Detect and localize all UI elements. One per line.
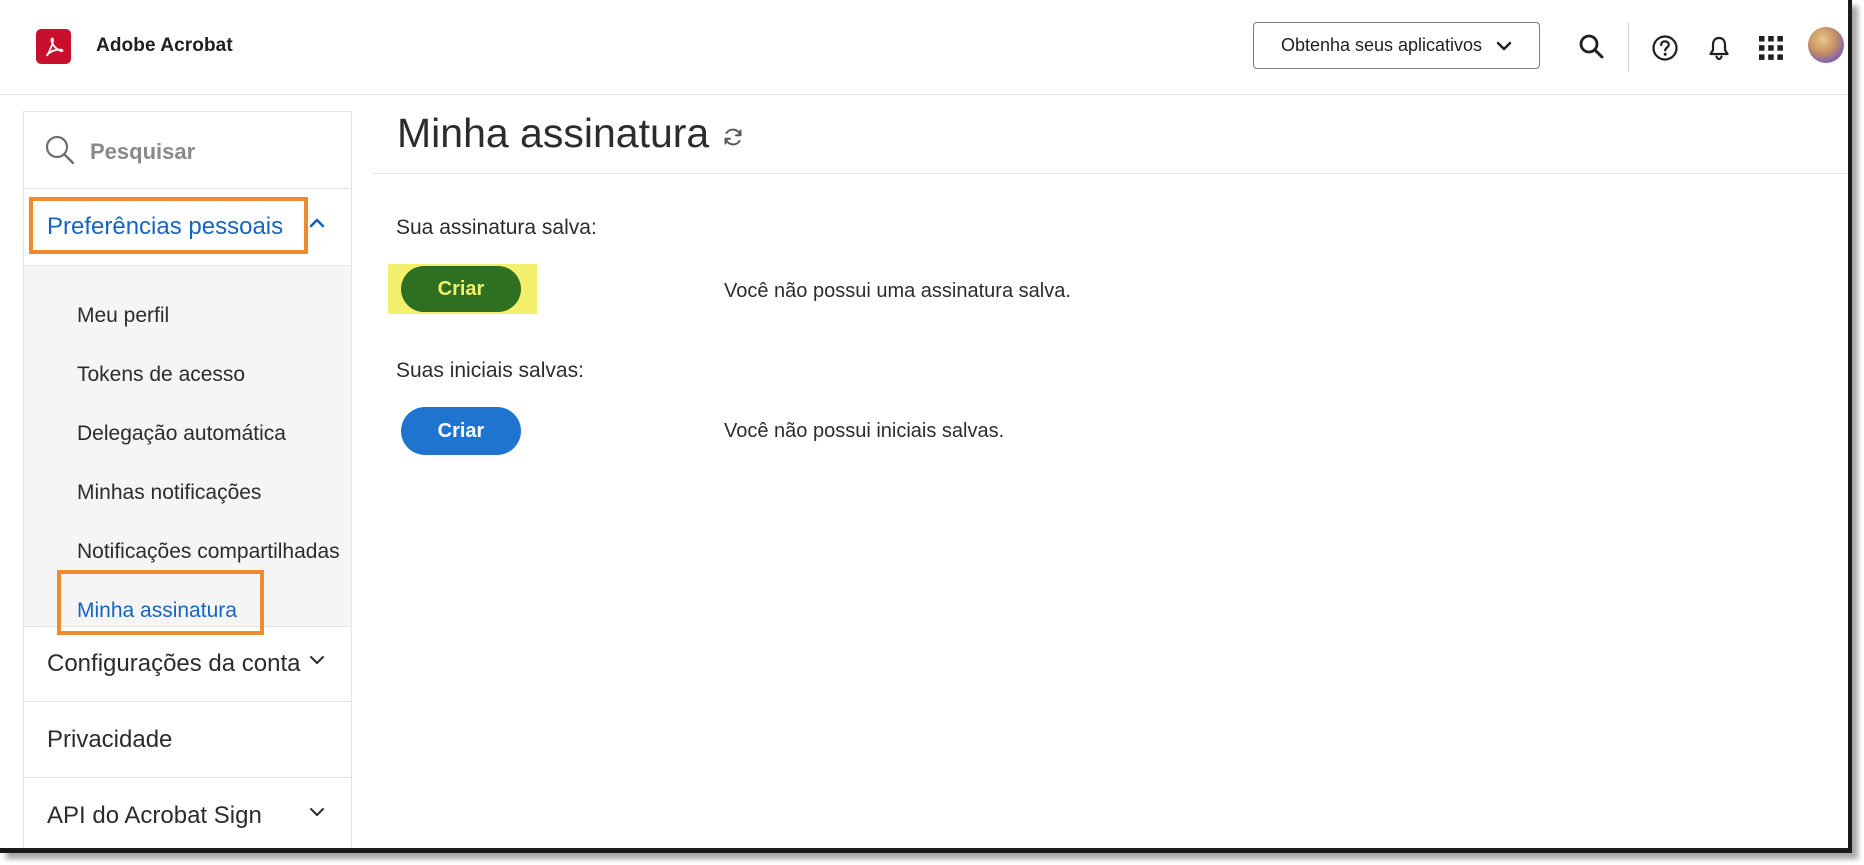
chevron-down-icon	[310, 656, 324, 664]
app-window: Adobe Acrobat Obtenha seus aplicativos P…	[0, 0, 1852, 853]
sidebar-item-auto-delegation[interactable]: Delegação automática	[77, 422, 286, 446]
personal-preferences-submenu: Meu perfil Tokens de acesso Delegação au…	[24, 265, 351, 627]
sidebar-section-label: Configurações da conta	[47, 649, 301, 677]
no-initials-message: Você não possui iniciais salvas.	[724, 420, 1005, 442]
bell-icon[interactable]	[1704, 33, 1734, 63]
help-icon[interactable]	[1650, 33, 1680, 63]
sidebar-section-personal-preferences[interactable]: Preferências pessoais	[24, 189, 351, 265]
sidebar-item-my-profile[interactable]: Meu perfil	[77, 304, 169, 328]
sidebar-item-shared-notifications[interactable]: Notificações compartilhadas	[77, 540, 340, 564]
page-title: Minha assinatura	[397, 110, 745, 157]
top-header: Adobe Acrobat Obtenha seus aplicativos	[0, 0, 1848, 95]
sidebar-section-label: Privacidade	[47, 725, 173, 753]
app-title: Adobe Acrobat	[96, 35, 233, 56]
create-initials-button[interactable]: Criar	[401, 407, 521, 455]
get-apps-label: Obtenha seus aplicativos	[1280, 35, 1483, 55]
sidebar-section-account-settings[interactable]: Configurações da conta	[24, 626, 351, 702]
no-signature-message: Você não possui uma assinatura salva.	[724, 280, 1071, 302]
sidebar-search	[24, 112, 351, 189]
chevron-down-icon	[310, 808, 324, 816]
sidebar-section-label: Preferências pessoais	[47, 213, 284, 240]
create-signature-button[interactable]: Criar	[401, 266, 521, 312]
sidebar-section-acrobat-sign-api[interactable]: API do Acrobat Sign	[24, 778, 351, 848]
sidebar-section-label: API do Acrobat Sign	[47, 801, 262, 829]
saved-initials-label: Suas iniciais salvas:	[396, 359, 584, 382]
search-icon	[45, 135, 75, 165]
sidebar-section-privacy[interactable]: Privacidade	[24, 702, 351, 778]
search-icon[interactable]	[1576, 31, 1606, 61]
saved-signature-label: Sua assinatura salva:	[396, 216, 597, 239]
settings-sidebar: Preferências pessoais Meu perfil Tokens …	[23, 111, 352, 848]
app-grid-icon[interactable]	[1756, 33, 1786, 63]
page-title-text: Minha assinatura	[397, 110, 710, 156]
header-divider	[1628, 22, 1629, 72]
get-apps-button[interactable]: Obtenha seus aplicativos	[1253, 22, 1540, 69]
refresh-icon[interactable]	[721, 125, 745, 149]
chevron-down-icon	[1496, 41, 1512, 50]
sidebar-item-my-notifications[interactable]: Minhas notificações	[77, 481, 261, 505]
sidebar-item-my-signature[interactable]: Minha assinatura	[77, 599, 237, 623]
content-divider	[372, 173, 1848, 174]
sidebar-item-access-tokens[interactable]: Tokens de acesso	[77, 363, 245, 387]
user-avatar[interactable]	[1808, 27, 1844, 63]
acrobat-logo-icon[interactable]	[36, 29, 71, 64]
search-input[interactable]	[88, 136, 332, 168]
chevron-up-icon	[309, 218, 325, 228]
